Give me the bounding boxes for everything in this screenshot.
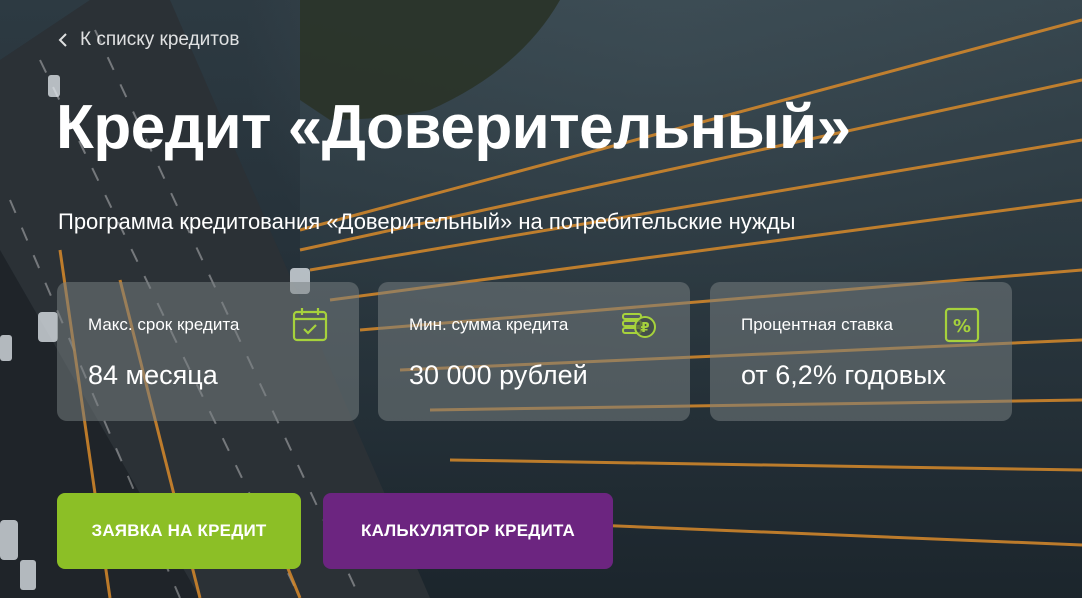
page-title: Кредит «Доверительный» xyxy=(56,93,851,162)
apply-credit-button[interactable]: ЗАЯВКА НА КРЕДИТ xyxy=(57,493,301,569)
hero-content: К списку кредитов Кредит «Доверительный»… xyxy=(0,0,1082,598)
info-card-label: Процентная ставка xyxy=(741,315,893,334)
info-card-rate: Процентная ставка % от 6,2% годовых xyxy=(710,282,1012,421)
ruble-coins-icon: ₽ xyxy=(622,313,656,338)
info-card-term: Макс. срок кредита 84 месяца xyxy=(57,282,359,421)
chevron-left-icon xyxy=(58,33,67,47)
info-card-label: Макс. срок кредита xyxy=(88,315,240,334)
percent-icon: % xyxy=(944,307,980,343)
info-card-label: Мин. сумма кредита xyxy=(409,315,569,334)
info-card-value: 30 000 рублей xyxy=(409,360,588,390)
back-link-label: К списку кредитов xyxy=(80,29,240,50)
credit-calculator-button[interactable]: КАЛЬКУЛЯТОР КРЕДИТА xyxy=(323,493,613,569)
svg-text:₽: ₽ xyxy=(640,321,649,336)
info-card-value: от 6,2% годовых xyxy=(741,360,947,390)
page-subtitle: Программа кредитования «Доверительный» н… xyxy=(58,209,796,234)
info-card-value: 84 месяца xyxy=(88,360,218,390)
info-card-min-sum: Мин. сумма кредита ₽ 30 000 рублей xyxy=(378,282,690,421)
svg-text:%: % xyxy=(953,316,971,337)
calendar-icon xyxy=(292,308,328,342)
back-to-credits-link[interactable]: К списку кредитов xyxy=(58,26,239,54)
